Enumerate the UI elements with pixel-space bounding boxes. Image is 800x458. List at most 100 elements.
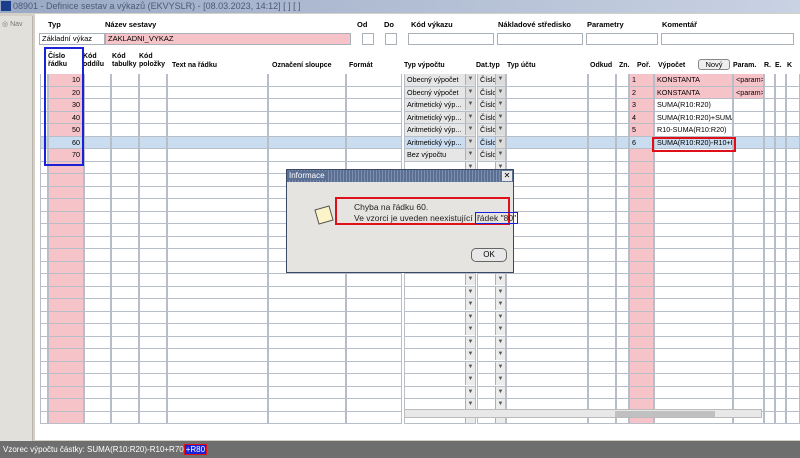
cell-tabulka[interactable] xyxy=(111,124,139,137)
cell-odkud[interactable] xyxy=(588,324,616,337)
cell-oddil[interactable] xyxy=(84,411,111,424)
cell-text[interactable] xyxy=(167,199,268,212)
cell-format[interactable] xyxy=(346,411,402,424)
cell-text[interactable] xyxy=(167,124,268,137)
cell-text[interactable] xyxy=(167,374,268,387)
cell-r[interactable] xyxy=(764,399,775,412)
cell-polozka[interactable] xyxy=(139,161,167,174)
cell-cislo[interactable] xyxy=(48,274,84,287)
komentar-field[interactable] xyxy=(661,33,794,45)
cell-odkud[interactable] xyxy=(588,74,616,87)
cell-cislo[interactable] xyxy=(48,299,84,312)
cell-cislo[interactable] xyxy=(48,399,84,412)
cell-oznaceni[interactable] xyxy=(268,286,346,299)
cell-k[interactable] xyxy=(786,324,800,337)
cell-sel[interactable] xyxy=(40,211,48,224)
dropdown-arrow-icon[interactable]: ▼ xyxy=(465,361,475,373)
cell-typ-uctu[interactable] xyxy=(506,99,588,112)
cell-oddil[interactable] xyxy=(84,149,111,162)
cell-r[interactable] xyxy=(764,299,775,312)
cell-oddil[interactable] xyxy=(84,211,111,224)
cell-k[interactable] xyxy=(786,124,800,137)
cell-oddil[interactable] xyxy=(84,324,111,337)
cell-tabulka[interactable] xyxy=(111,236,139,249)
cell-oznaceni[interactable] xyxy=(268,274,346,287)
dropdown-arrow-icon[interactable]: ▼ xyxy=(495,111,505,123)
dropdown-arrow-icon[interactable]: ▼ xyxy=(495,136,505,148)
cell-r[interactable] xyxy=(764,186,775,199)
dropdown-arrow-icon[interactable]: ▼ xyxy=(465,349,475,360)
cell-text[interactable] xyxy=(167,386,268,399)
cell-dat-typ[interactable]: ▼ xyxy=(477,386,506,399)
cell-k[interactable] xyxy=(786,336,800,349)
cell-param[interactable]: <param> xyxy=(733,86,764,99)
cell-typ-uctu[interactable] xyxy=(506,236,588,249)
cell-r[interactable] xyxy=(764,411,775,424)
cell-text[interactable] xyxy=(167,211,268,224)
cell-polozka[interactable] xyxy=(139,349,167,362)
cell-por[interactable] xyxy=(629,199,654,212)
cell-polozka[interactable] xyxy=(139,336,167,349)
cell-typ-uctu[interactable] xyxy=(506,261,588,274)
cell-odkud[interactable] xyxy=(588,261,616,274)
cell-tabulka[interactable] xyxy=(111,374,139,387)
dropdown-arrow-icon[interactable]: ▼ xyxy=(495,149,505,160)
dropdown-arrow-icon[interactable]: ▼ xyxy=(465,74,475,85)
cell-dat-typ[interactable]: ▼ xyxy=(477,286,506,299)
cell-odkud[interactable] xyxy=(588,86,616,99)
cell-por[interactable] xyxy=(629,274,654,287)
cell-e[interactable] xyxy=(775,199,786,212)
cell-oddil[interactable] xyxy=(84,349,111,362)
dropdown-arrow-icon[interactable]: ▼ xyxy=(495,311,505,323)
cell-sel[interactable] xyxy=(40,286,48,299)
cell-param[interactable] xyxy=(733,174,764,187)
cell-e[interactable] xyxy=(775,161,786,174)
cell-dat-typ[interactable]: Číslo ▼ xyxy=(477,111,506,124)
cell-odkud[interactable] xyxy=(588,174,616,187)
cell-cislo[interactable] xyxy=(48,186,84,199)
cell-r[interactable] xyxy=(764,136,775,149)
cell-k[interactable] xyxy=(786,186,800,199)
dropdown-arrow-icon[interactable]: ▼ xyxy=(495,299,505,310)
table-row[interactable]: ▼▼ xyxy=(0,336,800,349)
nazev-field[interactable]: ZAKLADNI_VYKAZ xyxy=(105,33,351,45)
cell-typ-vypoctu[interactable]: Obecný výpočet ▼ xyxy=(404,74,476,87)
table-row[interactable]: 50 Aritmetický výp... ▼ Číslo ▼ 5 R10-SUMA(R10… xyxy=(0,124,800,137)
dropdown-arrow-icon[interactable]: ▼ xyxy=(465,386,475,398)
table-row[interactable]: ▼▼ xyxy=(0,324,800,337)
cell-dat-typ[interactable]: Číslo ▼ xyxy=(477,74,506,87)
cell-zn[interactable] xyxy=(616,249,629,262)
cell-param[interactable] xyxy=(733,136,764,149)
cell-por[interactable] xyxy=(629,224,654,237)
cell-vypocet[interactable] xyxy=(654,261,733,274)
cell-polozka[interactable] xyxy=(139,211,167,224)
cell-e[interactable] xyxy=(775,286,786,299)
cell-cislo[interactable] xyxy=(48,286,84,299)
cell-sel[interactable] xyxy=(40,336,48,349)
table-row[interactable]: 40 Aritmetický výp... ▼ Číslo ▼ 4 SUMA(R10:R20… xyxy=(0,111,800,124)
cell-oddil[interactable] xyxy=(84,274,111,287)
cell-dat-typ[interactable]: ▼ xyxy=(477,349,506,362)
cell-polozka[interactable] xyxy=(139,324,167,337)
cell-tabulka[interactable] xyxy=(111,99,139,112)
cell-oznaceni[interactable] xyxy=(268,349,346,362)
cell-typ-uctu[interactable] xyxy=(506,86,588,99)
cell-typ-uctu[interactable] xyxy=(506,286,588,299)
cell-typ-vypoctu[interactable]: Aritmetický výp... ▼ xyxy=(404,136,476,149)
cell-oddil[interactable] xyxy=(84,236,111,249)
cell-param[interactable] xyxy=(733,286,764,299)
cell-r[interactable] xyxy=(764,99,775,112)
cell-vypocet[interactable]: KONSTANTA xyxy=(654,86,733,99)
cell-por[interactable]: 4 xyxy=(629,111,654,124)
cell-oddil[interactable] xyxy=(84,224,111,237)
cell-sel[interactable] xyxy=(40,224,48,237)
cell-por[interactable] xyxy=(629,236,654,249)
cell-por[interactable] xyxy=(629,324,654,337)
dropdown-arrow-icon[interactable]: ▼ xyxy=(495,336,505,348)
cell-r[interactable] xyxy=(764,336,775,349)
cell-typ-uctu[interactable] xyxy=(506,336,588,349)
cell-odkud[interactable] xyxy=(588,349,616,362)
cell-typ-uctu[interactable] xyxy=(506,386,588,399)
cell-text[interactable] xyxy=(167,399,268,412)
cell-oddil[interactable] xyxy=(84,299,111,312)
